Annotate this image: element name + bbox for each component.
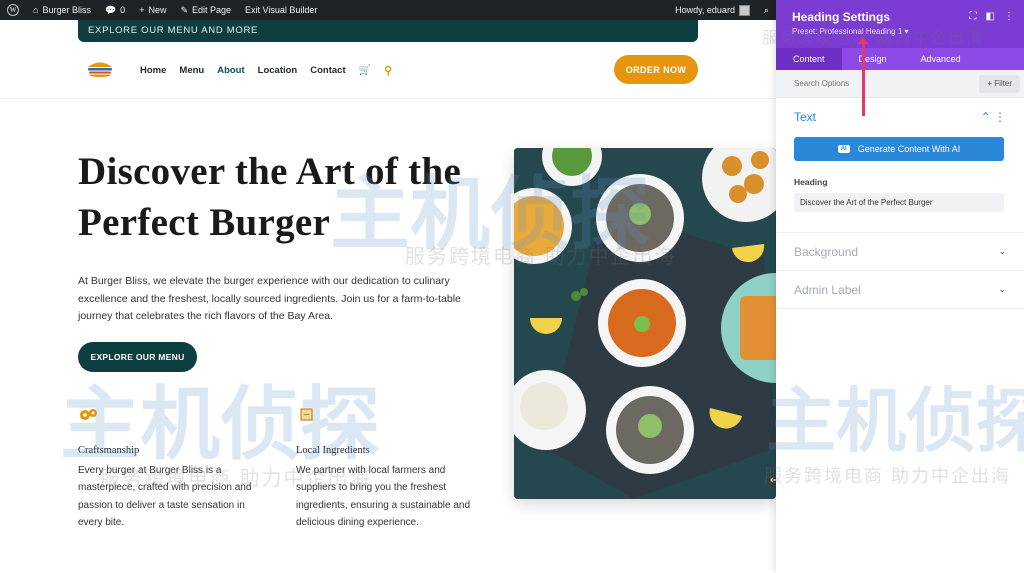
annotation-arrow (858, 36, 868, 116)
tab-content[interactable]: Content (776, 48, 842, 70)
order-now-button[interactable]: ORDER NOW (614, 55, 698, 84)
preset-selector[interactable]: Preset: Professional Heading 1 ▾ (792, 27, 1008, 36)
generate-ai-label: Generate Content With AI (857, 144, 961, 154)
home-icon: ⌂ (33, 5, 39, 15)
panel-header: Heading Settings Preset: Professional He… (776, 0, 1024, 48)
ai-icon: AI (837, 145, 850, 153)
nav-menu[interactable]: Menu (179, 65, 204, 76)
feature-text: Every burger at Burger Bliss is a master… (78, 465, 252, 528)
filter-button[interactable]: + Filter (979, 74, 1020, 93)
admin-label-section-title: Admin Label (794, 282, 861, 297)
search-options-input[interactable] (794, 79, 980, 88)
wp-logo-menu[interactable]: W (0, 0, 26, 20)
text-section-title: Text (794, 109, 817, 124)
food-image[interactable] (514, 148, 776, 499)
generate-ai-button[interactable]: AI Generate Content With AI (794, 137, 1004, 161)
new-content-link[interactable]: + New (132, 0, 173, 20)
explore-menu-button[interactable]: EXPLORE OUR MENU (78, 342, 197, 372)
comments-link[interactable]: 💬 0 (98, 0, 132, 20)
more-options-icon[interactable]: ⋮ (1004, 11, 1014, 22)
panel-header-icons: ⛶ ◧ ⋮ (970, 11, 1014, 22)
food-illustration (514, 148, 776, 499)
heading-field-label: Heading (794, 177, 828, 187)
new-label: New (148, 5, 167, 15)
nav-about[interactable]: About (217, 65, 244, 76)
wp-admin-bar: W ⌂ Burger Bliss 💬 0 + New ✎ Edit Page E… (0, 0, 776, 20)
watermark-text: 主机侦探 (766, 382, 1024, 460)
admin-label-section-toggle[interactable]: Admin Label ⌄ (794, 271, 1006, 308)
avatar (738, 4, 750, 16)
exit-builder-label: Exit Visual Builder (245, 5, 318, 15)
search-icon[interactable]: ⚲ (384, 64, 392, 77)
header-divider (0, 98, 776, 99)
feature-text: We partner with local farmers and suppli… (296, 465, 471, 528)
nav-location[interactable]: Location (258, 65, 298, 76)
hero-heading[interactable]: Discover the Art of the Perfect Burger (78, 146, 498, 248)
admin-search-button[interactable]: ⌕ (757, 0, 776, 20)
page-root: W ⌂ Burger Bliss 💬 0 + New ✎ Edit Page E… (0, 0, 1024, 573)
text-section: Text ⌃ ⋮ AI Generate Content With AI Hea… (776, 98, 1024, 233)
nav-contact[interactable]: Contact (310, 65, 345, 76)
site-name-link[interactable]: ⌂ Burger Bliss (26, 0, 98, 20)
feature-title: Local Ingredients (296, 445, 370, 456)
heading-settings-panel: Heading Settings Preset: Professional He… (762, 0, 1024, 573)
edit-page-label: Edit Page (192, 5, 232, 15)
watermark-subtext: 服务跨境电商 助力中企出海 (764, 466, 1011, 486)
panel-tabs: Content Design Advanced (776, 48, 1024, 70)
user-account-menu[interactable]: Howdy, eduard (668, 0, 757, 20)
expand-icon[interactable]: ⛶ (970, 11, 977, 22)
craftsmanship-icon (80, 409, 97, 420)
search-icon: ⌕ (763, 4, 769, 15)
admin-label-section: Admin Label ⌄ (776, 271, 1024, 309)
edit-page-link[interactable]: ✎ Edit Page (173, 0, 238, 20)
ingredients-icon (300, 408, 313, 421)
pencil-icon: ✎ (180, 4, 189, 15)
user-greeting: Howdy, eduard (675, 5, 735, 15)
site-name: Burger Bliss (42, 5, 91, 15)
text-section-toggle[interactable]: Text ⌃ ⋮ (794, 98, 1006, 135)
comment-icon: 💬 (104, 4, 117, 15)
chevron-down-icon: ⌄ (998, 246, 1006, 256)
top-banner[interactable]: EXPLORE OUR MENU AND MORE (78, 20, 698, 42)
search-options-row: + Filter (776, 70, 1024, 98)
split-view-icon[interactable]: ◧ (986, 11, 995, 22)
exit-builder-link[interactable]: Exit Visual Builder (238, 0, 324, 20)
tab-advanced[interactable]: Advanced (904, 48, 978, 70)
feature-local-ingredients: Local Ingredients We partner with local … (296, 406, 486, 531)
cart-icon[interactable]: 🛒 (359, 65, 371, 76)
nav-home[interactable]: Home (140, 65, 166, 76)
background-section-toggle[interactable]: Background ⌄ (794, 233, 1006, 270)
background-section: Background ⌄ (776, 233, 1024, 271)
comment-count: 0 (120, 5, 126, 15)
background-section-title: Background (794, 244, 859, 259)
burger-bliss-logo[interactable] (86, 58, 114, 78)
wordpress-icon: W (7, 4, 19, 16)
tab-design[interactable]: Design (842, 48, 904, 70)
feature-title: Craftsmanship (78, 445, 140, 456)
feature-craftsmanship: Craftsmanship Every burger at Burger Bli… (78, 406, 268, 531)
hero-paragraph: At Burger Bliss, we elevate the burger e… (78, 275, 461, 322)
main-nav: Home Menu About Location Contact 🛒 ⚲ (140, 64, 392, 77)
chevron-up-icon: ⌃ ⋮ (980, 109, 1006, 124)
plus-icon: + (139, 5, 145, 15)
heading-input[interactable] (794, 193, 1004, 212)
chevron-down-icon: ⌄ (998, 284, 1006, 294)
